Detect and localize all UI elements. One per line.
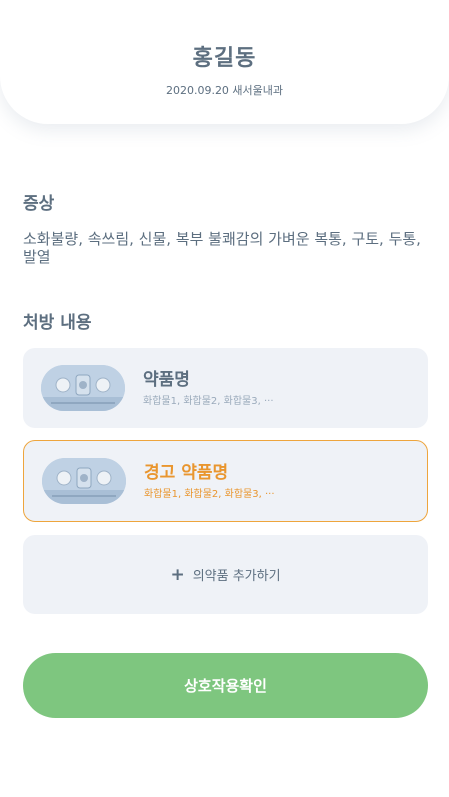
check-interaction-button[interactable]: 상호작용확인 [23, 653, 428, 718]
add-medicine-button[interactable]: + 의약품 추가하기 [23, 535, 428, 614]
check-interaction-label: 상호작용확인 [184, 677, 267, 695]
symptoms-text: 소화불량, 속쓰림, 신물, 복부 불쾌감의 가벼운 복통, 구토, 두통, 발… [23, 230, 421, 266]
visit-info: 2020.09.20 새서울내과 [165, 84, 284, 97]
add-medicine-label: 의약품 추가하기 [192, 569, 281, 584]
drug-ingredients: 화합물1, 화합물2, 화합물3, ··· [143, 396, 274, 407]
warning-drug-card[interactable]: 경고 약품명 화합물1, 화합물2, 화합물3, ··· [23, 440, 428, 522]
warning-drug-ingredients: 화합물1, 화합물2, 화합물3, ··· [144, 489, 275, 500]
drug-name: 약품명 [143, 370, 190, 390]
prescription-title: 처방 내용 [23, 313, 92, 333]
patient-name: 홍길동 [192, 46, 257, 71]
pill-image [42, 458, 126, 504]
drug-card[interactable]: 약품명 화합물1, 화합물2, 화합물3, ··· [23, 348, 428, 428]
warning-drug-name: 경고 약품명 [144, 463, 229, 483]
plus-icon: + [170, 564, 185, 585]
patient-header: 홍길동 2020.09.20 새서울내과 [0, 0, 449, 124]
pill-image [41, 365, 125, 411]
symptoms-title: 증상 [23, 194, 55, 214]
